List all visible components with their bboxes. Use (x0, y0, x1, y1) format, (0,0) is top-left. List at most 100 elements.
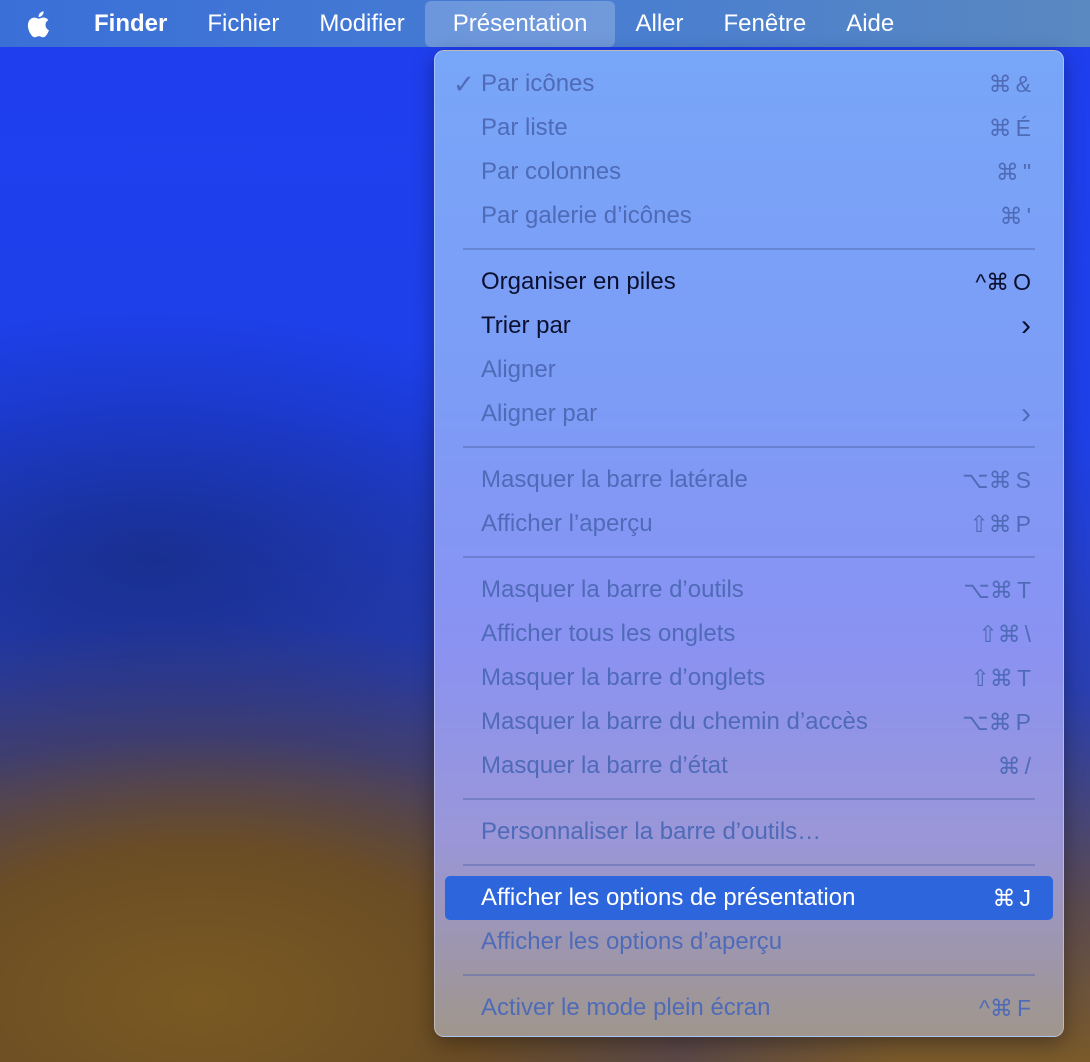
shortcut: ⌥⌘ P (962, 709, 1031, 736)
modifier-keys: ⇧⌘ (969, 510, 1012, 537)
menu-item-label: Personnaliser la barre d’outils… (481, 818, 822, 845)
menu-item-masquer-la-barre-donglets[interactable]: Masquer la barre d’onglets ⇧⌘ T (445, 656, 1053, 700)
menu-item-par-colonnes[interactable]: Par colonnes ⌘ " (445, 150, 1053, 194)
modifier-keys: ⌥⌘ (963, 576, 1013, 603)
menu-item-par-galerie-dicones[interactable]: Par galerie d’icônes ⌘ ' (445, 194, 1053, 238)
menu-item-label: Afficher tous les onglets (481, 620, 736, 647)
menu-item-label: Par icônes (481, 70, 595, 97)
menu-item-afficher-les-options-de-presentation[interactable]: Afficher les options de présentation ⌘ J (445, 876, 1053, 920)
menu-bar: Finder Fichier Modifier Présentation All… (0, 0, 1090, 47)
menu-item-label: Masquer la barre d’état (481, 752, 728, 779)
menu-item-label: Trier par (481, 312, 571, 339)
menu-item-trier-par[interactable]: Trier par › (445, 304, 1053, 348)
shortcut-key: J (1019, 884, 1032, 911)
menu-item-par-icones[interactable]: ✓ Par icônes ⌘ & (445, 62, 1053, 106)
shortcut: ⌥⌘ S (962, 467, 1031, 494)
menu-item-masquer-la-barre-doutils[interactable]: Masquer la barre d’outils ⌥⌘ T (445, 568, 1053, 612)
menu-item-label: Aligner (481, 356, 556, 383)
menu-item-label: Afficher l’aperçu (481, 510, 653, 537)
menu-item-masquer-la-barre-laterale[interactable]: Masquer la barre latérale ⌥⌘ S (445, 458, 1053, 502)
shortcut: › (1021, 309, 1031, 342)
menu-item-aligner-par[interactable]: Aligner par › (445, 392, 1053, 436)
menubar-fichier[interactable]: Fichier (187, 0, 299, 47)
menu-item-label: Masquer la barre du chemin d’accès (481, 708, 868, 735)
menu-item-afficher-lapercu[interactable]: Afficher l’aperçu ⇧⌘ P (445, 502, 1053, 546)
menubar-finder[interactable]: Finder (74, 0, 187, 47)
menu-item-label: Masquer la barre d’onglets (481, 664, 766, 691)
menubar-modifier[interactable]: Modifier (299, 0, 424, 47)
apple-menu[interactable] (0, 0, 74, 47)
modifier-keys: ⌘ (997, 752, 1021, 779)
chevron-right-icon: › (1021, 397, 1031, 430)
chevron-right-icon: › (1021, 309, 1031, 342)
modifier-keys: ⌘ (992, 884, 1016, 911)
shortcut: ^⌘ F (979, 995, 1031, 1022)
menubar-aide[interactable]: Aide (826, 0, 914, 47)
shortcut: ⌘ ' (1000, 203, 1031, 230)
menubar-aller[interactable]: Aller (615, 0, 703, 47)
shortcut-key: T (1016, 576, 1031, 603)
shortcut-key: T (1016, 664, 1031, 691)
shortcut: › (1021, 397, 1031, 430)
shortcut: ⌘ / (998, 753, 1031, 780)
shortcut: ⇧⌘ \ (978, 621, 1031, 648)
shortcut: ⌘ & (989, 71, 1031, 98)
menu-item-organiser-en-piles[interactable]: Organiser en piles ^⌘ O (445, 260, 1053, 304)
modifier-keys: ⇧⌘ (970, 664, 1013, 691)
menu-separator (463, 238, 1035, 260)
menubar-presentation[interactable]: Présentation (424, 0, 616, 47)
presentation-menu: ✓ Par icônes ⌘ & Par liste ⌘ É Par colonnes ⌘ " Pa… (434, 50, 1064, 1037)
shortcut: ⇧⌘ T (971, 665, 1031, 692)
shortcut-key: / (1024, 752, 1031, 779)
shortcut-key: \ (1024, 620, 1031, 647)
shortcut-key: É (1015, 114, 1031, 141)
apple-icon (27, 10, 49, 37)
menu-item-afficher-tous-les-onglets[interactable]: Afficher tous les onglets ⇧⌘ \ (445, 612, 1053, 656)
shortcut: ^⌘ O (975, 269, 1031, 296)
modifier-keys: ⌘ (995, 158, 1019, 185)
shortcut: ⌥⌘ T (963, 577, 1031, 604)
menu-item-masquer-la-barre-detat[interactable]: Masquer la barre d’état ⌘ / (445, 744, 1053, 788)
menu-item-aligner[interactable]: Aligner (445, 348, 1053, 392)
menu-item-label: Activer le mode plein écran (481, 994, 771, 1021)
menu-item-label: Organiser en piles (481, 268, 676, 295)
modifier-keys: ⌘ (999, 202, 1023, 229)
modifier-keys: ^⌘ (979, 994, 1013, 1021)
menu-separator (463, 788, 1035, 810)
menu-item-label: Par colonnes (481, 158, 622, 185)
modifier-keys: ⌥⌘ (962, 708, 1012, 735)
checkmark-icon: ✓ (453, 68, 475, 99)
modifier-keys: ⇧⌘ (978, 620, 1021, 647)
shortcut: ⌘ J (993, 885, 1032, 912)
menu-item-label: Afficher les options d’aperçu (481, 928, 783, 955)
modifier-keys: ⌥⌘ (962, 466, 1012, 493)
modifier-keys: ^⌘ (975, 268, 1010, 295)
menu-item-label: Par liste (481, 114, 568, 141)
menu-separator (463, 964, 1035, 986)
shortcut-key: P (1015, 510, 1031, 537)
menu-item-activer-le-mode-plein-ecran[interactable]: Activer le mode plein écran ^⌘ F (445, 986, 1053, 1030)
menu-item-afficher-les-options-dapercu[interactable]: Afficher les options d’aperçu (445, 920, 1053, 964)
shortcut-key: P (1015, 708, 1031, 735)
menu-item-label: Par galerie d’icônes (481, 202, 692, 229)
shortcut-key: & (1015, 70, 1031, 97)
shortcut-key: O (1013, 268, 1031, 295)
menu-item-personnaliser-la-barre-doutils[interactable]: Personnaliser la barre d’outils… (445, 810, 1053, 854)
shortcut-key: ' (1026, 202, 1031, 229)
shortcut-key: F (1016, 994, 1031, 1021)
menu-item-masquer-la-barre-du-chemin-dacces[interactable]: Masquer la barre du chemin d’accès ⌥⌘ P (445, 700, 1053, 744)
menu-item-label: Afficher les options de présentation (481, 884, 856, 911)
menu-item-par-liste[interactable]: Par liste ⌘ É (445, 106, 1053, 150)
menu-separator (463, 854, 1035, 876)
menu-separator (463, 546, 1035, 568)
shortcut: ⇧⌘ P (969, 511, 1031, 538)
menubar-fenetre[interactable]: Fenêtre (704, 0, 827, 47)
shortcut-key: S (1015, 466, 1031, 493)
modifier-keys: ⌘ (988, 70, 1012, 97)
menu-item-label: Aligner par (481, 400, 598, 427)
menu-item-label: Masquer la barre latérale (481, 466, 748, 493)
menu-separator (463, 436, 1035, 458)
modifier-keys: ⌘ (988, 114, 1012, 141)
shortcut: ⌘ É (989, 115, 1031, 142)
shortcut: ⌘ " (996, 159, 1031, 186)
